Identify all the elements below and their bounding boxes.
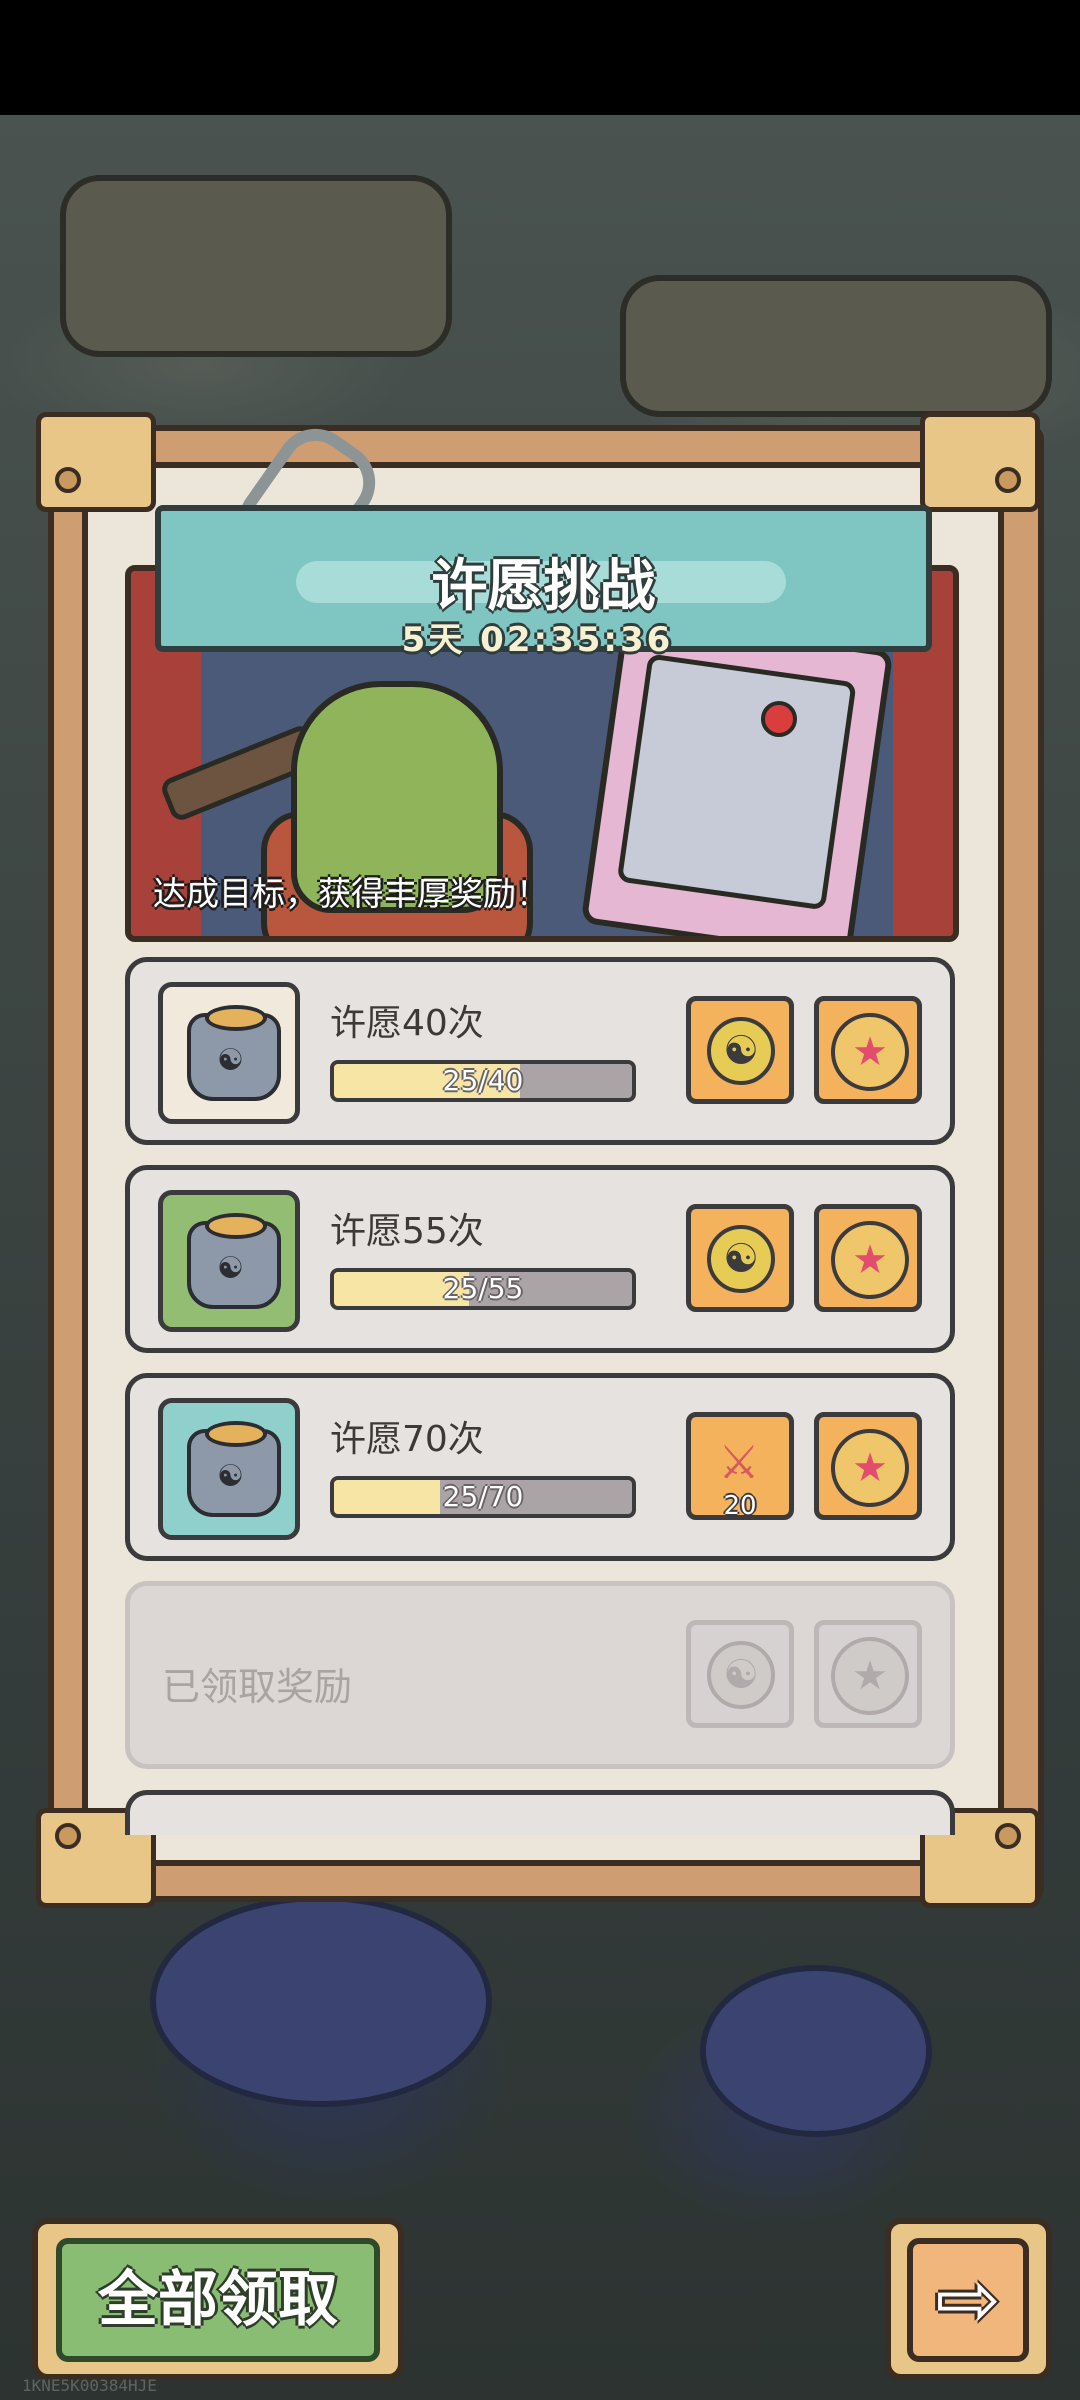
reward-slot-medal[interactable]: ★ bbox=[814, 996, 922, 1104]
reward-slot-medal[interactable]: ★ bbox=[814, 1412, 922, 1520]
reward-slot-coin[interactable]: ☯ bbox=[686, 1204, 794, 1312]
swords-icon: ⚔ bbox=[718, 1435, 760, 1489]
medal-icon: ★ bbox=[831, 1429, 909, 1507]
task-label: 许愿40次 bbox=[330, 1003, 484, 1044]
user-id: 1KNE5K00384HJE bbox=[22, 2376, 157, 2395]
background-pipe bbox=[620, 275, 1052, 417]
claim-all-label: 全部领取 bbox=[56, 2238, 380, 2362]
page-title: 许愿挑战 bbox=[431, 554, 656, 619]
task-label: 许愿55次 bbox=[330, 1211, 484, 1252]
reward-slot-coin[interactable]: ☯ bbox=[686, 996, 794, 1104]
task-row-partial bbox=[125, 1790, 955, 1835]
status-bar bbox=[0, 0, 1080, 115]
arrow-right-icon: ⇨ bbox=[907, 2238, 1029, 2362]
task-thumbnail bbox=[158, 982, 300, 1124]
progress-bar: 25/40 bbox=[330, 1060, 636, 1102]
reward-slot-medal-claimed: ★ bbox=[814, 1620, 922, 1728]
cauldron-card bbox=[580, 613, 894, 936]
progress-text: 25/70 bbox=[442, 1480, 524, 1513]
progress-text: 25/55 bbox=[442, 1272, 524, 1305]
progress-bar: 25/55 bbox=[330, 1268, 636, 1310]
reward-slot-coin-claimed: ☯ bbox=[686, 1620, 794, 1728]
cauldron-icon bbox=[187, 1421, 281, 1517]
task-row: 许愿55次 25/55 ☯ ★ bbox=[125, 1165, 955, 1353]
next-button[interactable]: ⇨ bbox=[885, 2218, 1052, 2380]
claimed-label: 已领取奖励 bbox=[162, 1665, 353, 1709]
claim-all-button[interactable]: 全部领取 bbox=[32, 2218, 404, 2380]
reward-slot-medal[interactable]: ★ bbox=[814, 1204, 922, 1312]
medal-icon: ★ bbox=[831, 1013, 909, 1091]
progress-text: 25/40 bbox=[442, 1064, 524, 1097]
task-label: 许愿70次 bbox=[330, 1419, 484, 1460]
panel-corner bbox=[36, 412, 156, 512]
cauldron-icon bbox=[187, 1005, 281, 1101]
coin-icon: ☯ bbox=[707, 1017, 775, 1085]
task-thumbnail bbox=[158, 1190, 300, 1332]
medal-icon: ★ bbox=[831, 1637, 909, 1715]
background-rock bbox=[700, 1965, 932, 2137]
countdown-timer: 5天 02:35:36 bbox=[401, 620, 674, 660]
coin-icon: ☯ bbox=[707, 1641, 775, 1709]
medal-icon: ★ bbox=[831, 1221, 909, 1299]
task-thumbnail bbox=[158, 1398, 300, 1540]
background-rock bbox=[150, 1895, 492, 2107]
progress-bar: 25/70 bbox=[330, 1476, 636, 1518]
task-row: 许愿70次 25/70 ⚔ 20 ★ bbox=[125, 1373, 955, 1561]
task-row: 许愿40次 25/40 ☯ ★ bbox=[125, 957, 955, 1145]
background-pipe bbox=[60, 175, 452, 357]
banner-caption: 达成目标，获得丰厚奖励！ bbox=[153, 874, 549, 913]
reward-slot-swords[interactable]: ⚔ 20 bbox=[686, 1412, 794, 1521]
claimed-task-row: 已领取奖励 ☯ ★ bbox=[125, 1581, 955, 1769]
pin-icon bbox=[761, 701, 797, 737]
cauldron-icon bbox=[187, 1213, 281, 1309]
coin-icon: ☯ bbox=[707, 1225, 775, 1293]
reward-count: 20 bbox=[723, 1491, 757, 1521]
panel-corner bbox=[920, 412, 1040, 512]
